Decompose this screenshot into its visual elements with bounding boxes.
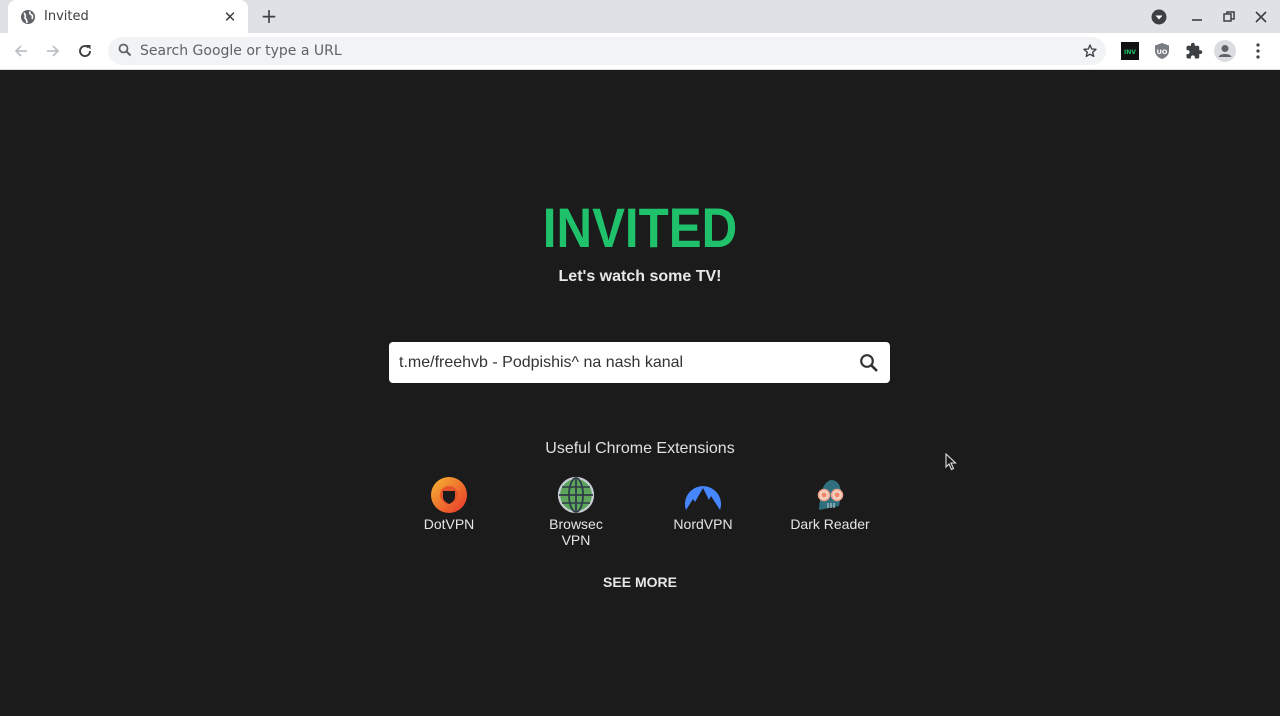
extension-nordvpn[interactable]: NordVPN <box>643 476 763 532</box>
close-icon[interactable]: ✕ <box>220 7 240 27</box>
search-icon[interactable] <box>858 352 880 374</box>
back-button[interactable] <box>8 38 34 64</box>
svg-text:UO: UO <box>1157 48 1168 56</box>
extensions-button[interactable] <box>1183 40 1205 62</box>
extension-label: NordVPN <box>673 516 733 532</box>
tab-title: Invited <box>44 9 89 24</box>
extension-label: DotVPN <box>423 516 475 532</box>
shield-icon: UO <box>1155 43 1169 59</box>
inv-badge-icon: INV <box>1121 42 1139 60</box>
see-more-button[interactable]: SEE MORE <box>590 570 690 594</box>
profile-dropdown-icon[interactable] <box>1148 6 1170 28</box>
tagline: Let's watch some TV! <box>558 268 722 285</box>
extension-dotvpn[interactable]: DotVPN <box>389 476 509 532</box>
tab-strip: Invited ✕ + <box>0 0 1280 33</box>
kebab-menu-icon <box>1256 43 1260 59</box>
browser-menu-button[interactable] <box>1247 40 1269 62</box>
invited-extension-button[interactable]: INV <box>1119 40 1141 62</box>
plus-icon: + <box>260 4 278 28</box>
profile-button[interactable] <box>1214 40 1236 62</box>
minimize-icon[interactable] <box>1186 6 1208 28</box>
page-content: INVITED Let's watch some TV! Useful Chro… <box>0 71 1280 716</box>
globe-icon <box>20 9 36 25</box>
site-logo: INVITED <box>542 196 738 259</box>
extension-label-line2: VPN <box>561 532 591 548</box>
search-input[interactable] <box>399 353 858 372</box>
restore-icon[interactable] <box>1218 6 1240 28</box>
forward-button[interactable] <box>40 38 66 64</box>
ublock-extension-button[interactable]: UO <box>1151 40 1173 62</box>
extension-label: Dark Reader <box>790 516 870 532</box>
close-window-icon[interactable] <box>1250 6 1272 28</box>
puzzle-icon <box>1186 42 1203 59</box>
mouse-cursor-icon <box>945 453 957 471</box>
browsec-globe-icon <box>557 476 595 514</box>
address-bar[interactable] <box>108 37 1106 65</box>
address-input[interactable] <box>140 43 1106 59</box>
bookmark-star-icon[interactable] <box>1080 41 1100 61</box>
tab-invited[interactable]: Invited ✕ <box>8 0 248 33</box>
reload-button[interactable] <box>72 38 98 64</box>
browser-toolbar: INV UO <box>0 33 1280 70</box>
new-tab-button[interactable]: + <box>258 4 280 28</box>
reload-icon <box>79 45 91 57</box>
dotvpn-icon <box>431 477 467 513</box>
extension-browsec-vpn[interactable]: Browsec VPN <box>516 476 636 548</box>
back-arrow-icon <box>14 45 27 57</box>
search-icon <box>118 42 132 61</box>
forward-arrow-icon <box>47 45 60 57</box>
dark-reader-icon <box>817 480 844 510</box>
nordvpn-mountain-icon <box>685 486 721 510</box>
extension-dark-reader[interactable]: Dark Reader <box>770 476 890 532</box>
search-box[interactable] <box>389 342 890 383</box>
avatar-icon <box>1214 40 1236 62</box>
extensions-heading: Useful Chrome Extensions <box>545 440 735 457</box>
extension-label-line1: Browsec <box>549 516 603 532</box>
svg-text:INV: INV <box>1124 49 1136 56</box>
